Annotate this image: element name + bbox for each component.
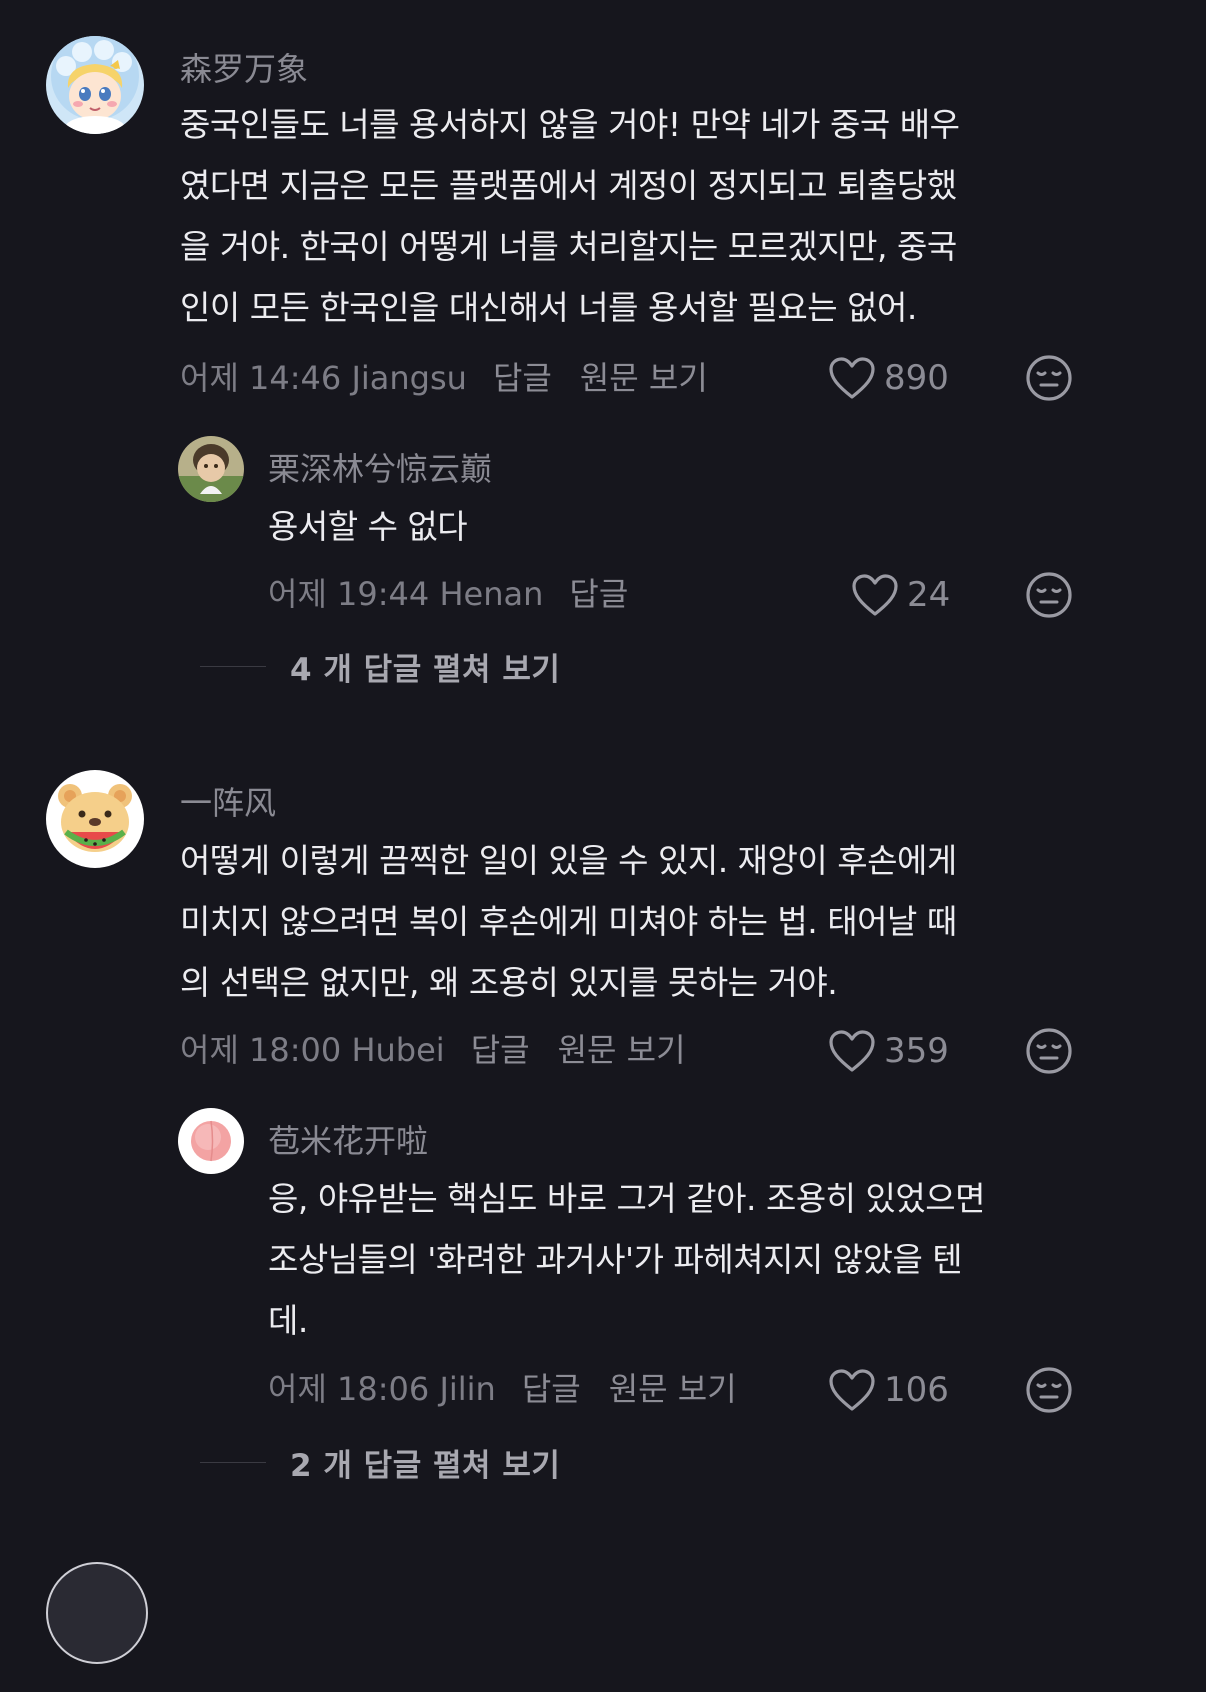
avatar[interactable] bbox=[46, 36, 144, 134]
comment-item: 森罗万象 중국인들도 너를 용서하지 않을 거야! 만약 네가 중국 배우 였다… bbox=[0, 0, 1118, 700]
reply-text: 응, 야유받는 핵심도 바로 그거 같아. 조용히 있었으면 조상님들의 '화려… bbox=[268, 1168, 1098, 1351]
reply-meta: 어제 19:44 Henan 답글 bbox=[268, 570, 656, 614]
username[interactable]: 森罗万象 bbox=[180, 44, 308, 90]
reply-text: 용서할 수 없다 bbox=[268, 507, 468, 546]
comment-meta: 어제 14:46 Jiangsu 답글 원문 보기 bbox=[180, 354, 708, 398]
username[interactable]: 苞米花开啦 bbox=[268, 1116, 428, 1162]
timestamp-location: 어제 14:46 Jiangsu bbox=[180, 359, 467, 397]
avatar[interactable] bbox=[46, 1562, 148, 1664]
heart-icon bbox=[828, 1368, 876, 1412]
view-original-button[interactable]: 원문 보기 bbox=[580, 353, 708, 399]
reply-button[interactable]: 답글 bbox=[522, 1364, 581, 1410]
view-original-button[interactable]: 원문 보기 bbox=[558, 1025, 686, 1071]
divider bbox=[200, 1461, 266, 1463]
comment-text-line: 중국인들도 너를 용서하지 않을 거야! 만약 네가 중국 배우 bbox=[180, 105, 960, 144]
comment-text-line: 인이 모든 한국인을 대신해서 너를 용서할 필요는 없어. bbox=[180, 288, 917, 327]
reply-button[interactable]: 답글 bbox=[471, 1025, 530, 1071]
meh-face-icon[interactable] bbox=[1025, 354, 1073, 402]
like-button[interactable]: 359 bbox=[828, 1029, 949, 1073]
comment-meta: 어제 18:00 Hubei 답글 원문 보기 bbox=[180, 1026, 686, 1070]
avatar[interactable] bbox=[178, 1108, 244, 1174]
avatar[interactable] bbox=[178, 436, 244, 502]
divider bbox=[200, 665, 266, 667]
heart-icon bbox=[828, 1029, 876, 1073]
reply-text-line: 데. bbox=[268, 1301, 308, 1340]
comment-text-line: 을 거야. 한국이 어떻게 너를 처리할지는 모르겠지만, 중국 bbox=[180, 227, 957, 266]
avatar[interactable] bbox=[46, 770, 144, 868]
timestamp-location: 어제 19:44 Henan bbox=[268, 575, 544, 613]
view-original-button[interactable]: 원문 보기 bbox=[609, 1364, 737, 1410]
comment-text-line: 미치지 않으려면 복이 후손에게 미쳐야 하는 법. 태어날 때 bbox=[180, 902, 957, 941]
reply-text-line: 조상님들의 '화려한 과거사'가 파헤쳐지지 않았을 텐 bbox=[268, 1240, 963, 1279]
timestamp-location: 어제 18:00 Hubei bbox=[180, 1031, 445, 1069]
expand-replies-button[interactable]: 4 개 답글 펼쳐 보기 bbox=[200, 646, 561, 688]
reply-button[interactable]: 답글 bbox=[569, 569, 628, 615]
heart-icon bbox=[851, 573, 899, 617]
like-count: 359 bbox=[884, 1031, 949, 1071]
comment-text-line: 였다면 지금은 모든 플랫폼에서 계정이 정지되고 퇴출당했 bbox=[180, 166, 957, 205]
username[interactable]: 栗深林兮惊云巅 bbox=[268, 444, 492, 490]
timestamp-location: 어제 18:06 Jilin bbox=[268, 1370, 496, 1408]
like-count: 24 bbox=[907, 575, 951, 615]
like-count: 106 bbox=[884, 1370, 949, 1410]
comment-text: 중국인들도 너를 용서하지 않을 거야! 만약 네가 중국 배우 였다면 지금은… bbox=[180, 94, 1080, 338]
username[interactable]: 一阵风 bbox=[180, 778, 276, 824]
meh-face-icon[interactable] bbox=[1025, 1027, 1073, 1075]
meh-face-icon[interactable] bbox=[1025, 1366, 1073, 1414]
expand-replies-button[interactable]: 2 개 답글 펼쳐 보기 bbox=[200, 1442, 561, 1484]
heart-icon bbox=[828, 356, 876, 400]
like-count: 890 bbox=[884, 358, 949, 398]
reply-meta: 어제 18:06 Jilin 답글 원문 보기 bbox=[268, 1365, 737, 1409]
expand-replies-label: 2 개 답글 펼쳐 보기 bbox=[290, 1447, 561, 1484]
like-button[interactable]: 24 bbox=[851, 573, 950, 617]
reply-button[interactable]: 답글 bbox=[493, 353, 552, 399]
comment-text-line: 의 선택은 없지만, 왜 조용히 있지를 못하는 거야. bbox=[180, 963, 838, 1002]
meh-face-icon[interactable] bbox=[1025, 571, 1073, 619]
reply-text-line: 응, 야유받는 핵심도 바로 그거 같아. 조용히 있었으면 bbox=[268, 1179, 985, 1218]
comment-text-line: 어떻게 이렇게 끔찍한 일이 있을 수 있지. 재앙이 후손에게 bbox=[180, 841, 957, 880]
like-button[interactable]: 106 bbox=[828, 1368, 949, 1412]
like-button[interactable]: 890 bbox=[828, 356, 949, 400]
expand-replies-label: 4 개 답글 펼쳐 보기 bbox=[290, 651, 561, 688]
comment-text: 어떻게 이렇게 끔찍한 일이 있을 수 있지. 재앙이 후손에게 미치지 않으려… bbox=[180, 830, 1080, 1013]
